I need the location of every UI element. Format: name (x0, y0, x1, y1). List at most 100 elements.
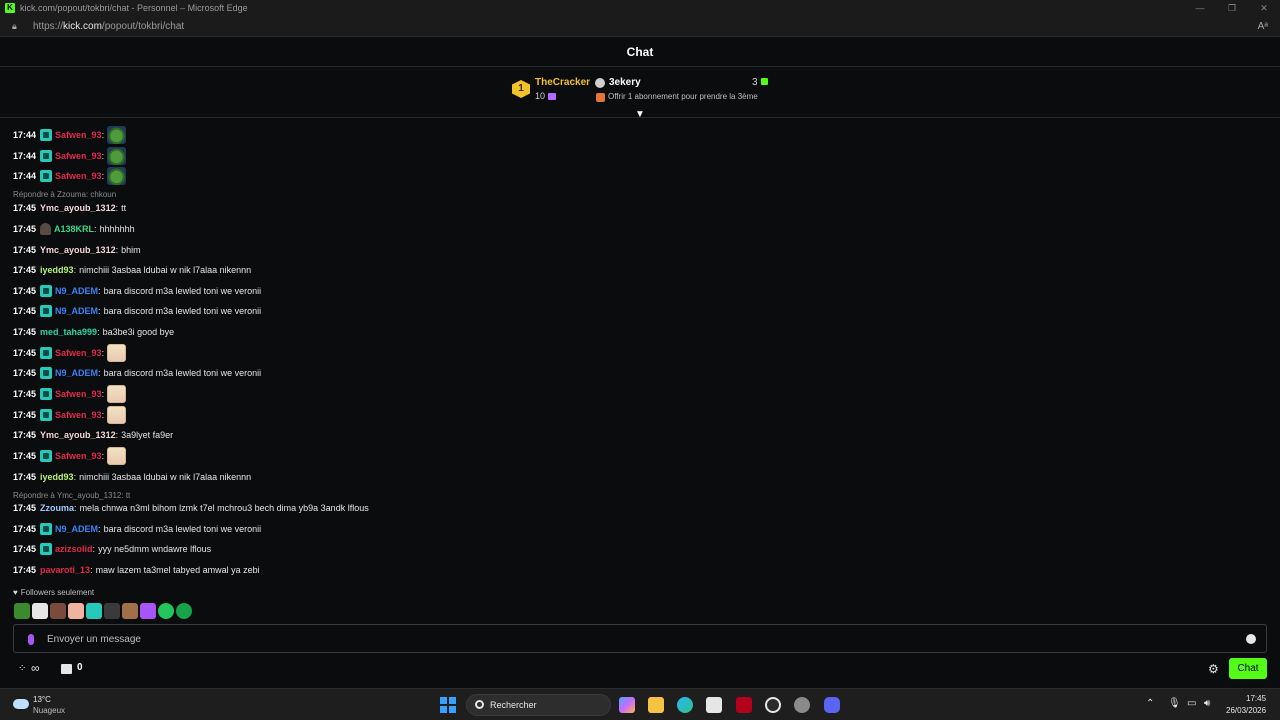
message-username[interactable]: N9_ADEM (55, 368, 98, 378)
chat-message[interactable]: 17:45 azizsolid: yyy ne5dmm wndawre lflous (13, 540, 211, 558)
message-username[interactable]: Ymc_ayoub_1312 (40, 245, 116, 255)
message-username[interactable]: azizsolid (55, 544, 93, 554)
message-username[interactable]: Safwen_93 (55, 451, 102, 461)
chat-message[interactable]: 17:45 Safwen_93: (13, 447, 127, 465)
chat-message[interactable]: 17:44 Safwen_93: (13, 126, 127, 144)
chat-message[interactable]: 17:45 N9_ADEM: bara discord m3a lewled ton… (13, 364, 261, 382)
file-explorer-icon[interactable] (648, 697, 664, 713)
close-icon[interactable]: ✕ (1248, 0, 1280, 16)
discord-icon[interactable] (824, 697, 840, 713)
minimize-icon[interactable]: — (1184, 0, 1216, 16)
address-bar[interactable]: 🔒︎ https://kick.com/popout/tokbri/chat A… (0, 16, 1280, 37)
emote-anime-icon[interactable] (107, 447, 127, 465)
chat-message[interactable]: 17:45 iyedd93: nimchiii 3asbaa ldubai w ni… (13, 261, 251, 279)
chat-message[interactable]: 17:45 Safwen_93: (13, 406, 127, 424)
emote-portrait-icon[interactable] (122, 603, 138, 619)
emote-anime-icon[interactable] (107, 406, 127, 424)
chat-message[interactable]: 17:45 med_taha999: ba3be3i good bye (13, 323, 174, 341)
message-username[interactable]: Ymc_ayoub_1312 (40, 203, 116, 213)
message-separator: : (101, 389, 105, 399)
chat-message[interactable]: 17:45 Ymc_ayoub_1312: tt (13, 199, 126, 217)
emote-teal-icon[interactable] (86, 603, 102, 619)
clock-date[interactable]: 26/03/2026 (1226, 706, 1266, 715)
message-input[interactable] (47, 629, 1227, 649)
chat-message[interactable]: 17:45 Ymc_ayoub_1312:3a9lyet fa9er (13, 426, 173, 444)
emote-green-cry-icon[interactable] (176, 603, 192, 619)
send-chat-button[interactable]: Chat (1229, 658, 1267, 679)
message-username[interactable]: Zzouma (40, 503, 74, 513)
reply-reference[interactable]: Répondre à Zzouma: chkoun (13, 190, 116, 199)
message-username[interactable]: iyedd93 (40, 265, 74, 275)
message-username[interactable]: Ymc_ayoub_1312 (40, 430, 116, 440)
tray-display-icon[interactable]: ▭ (1187, 698, 1196, 709)
emote-pepe-icon[interactable] (107, 147, 127, 165)
emote-hand-icon[interactable] (68, 603, 84, 619)
tray-mic-icon[interactable]: 🎙︎ (1168, 698, 1181, 709)
message-username[interactable]: Safwen_93 (55, 171, 102, 181)
edge-browser-icon[interactable] (677, 697, 693, 713)
steam-like-icon[interactable] (765, 697, 781, 713)
tray-volume-icon[interactable]: 🔊︎ (1204, 698, 1210, 709)
message-username[interactable]: Safwen_93 (55, 410, 102, 420)
collapse-arrow-icon[interactable]: ▼ (634, 110, 646, 120)
microsoft-store-icon[interactable] (706, 697, 722, 713)
tray-chevron-icon[interactable]: ⌃ (1146, 698, 1154, 709)
taskbar-search[interactable]: Rechercher (466, 694, 611, 716)
message-username[interactable]: pavaroti_13 (40, 565, 90, 575)
gift-box-icon[interactable] (61, 664, 72, 674)
message-username[interactable]: iyedd93 (40, 472, 74, 482)
chat-message[interactable]: 17:45 iyedd93: nimchiii 3asbaa ldubai w ni… (13, 468, 251, 486)
emote-pepe-icon[interactable] (107, 167, 127, 185)
microphone-icon[interactable] (28, 634, 34, 645)
message-username[interactable]: A138KRL (54, 224, 94, 234)
gift-offer-text[interactable]: Offrir 1 abonnement pour prendre la 3ème (608, 92, 758, 101)
emoji-picker-icon[interactable] (1246, 634, 1256, 644)
message-username[interactable]: Safwen_93 (55, 130, 102, 140)
emote-purple-icon[interactable] (140, 603, 156, 619)
read-aloud-icon[interactable]: Aᵃ (1258, 21, 1268, 32)
emote-green-smile-icon[interactable] (158, 603, 174, 619)
emote-face-icon[interactable] (50, 603, 66, 619)
chat-message[interactable]: 17:45 Safwen_93: (13, 344, 127, 362)
settings-gear-icon[interactable]: ⚙ (1208, 662, 1219, 676)
message-username[interactable]: med_taha999 (40, 327, 97, 337)
message-username[interactable]: Safwen_93 (55, 389, 102, 399)
chat-message[interactable]: 17:45 pavaroti_13: maw lazem ta3mel tabyed… (13, 561, 260, 579)
emote-anime-icon[interactable] (107, 344, 127, 362)
restore-icon[interactable]: ❐ (1216, 0, 1248, 16)
emote-dark-icon[interactable] (104, 603, 120, 619)
leaderboard-second-user[interactable]: 3ekery (609, 77, 641, 88)
chat-message[interactable]: 17:44 Safwen_93: (13, 147, 127, 165)
emote-pepe-icon[interactable] (107, 126, 127, 144)
clock-time[interactable]: 17:45 (1246, 694, 1266, 703)
chat-message[interactable]: 17:45 N9_ADEM: bara discord m3a lewled ton… (13, 302, 261, 320)
message-username[interactable]: Safwen_93 (55, 348, 102, 358)
chat-message[interactable]: 17:45 N9_ADEM: bara discord m3a lewled ton… (13, 282, 261, 300)
emote-kick-icon[interactable] (32, 603, 48, 619)
message-username[interactable]: Safwen_93 (55, 151, 102, 161)
lock-icon[interactable]: 🔒︎ (12, 21, 24, 32)
infinity-icon[interactable]: ∞ (31, 661, 40, 675)
copilot-icon[interactable] (619, 697, 635, 713)
chat-message[interactable]: 17:45 Safwen_93: (13, 385, 127, 403)
emote-anime-icon[interactable] (107, 385, 127, 403)
settings-icon[interactable] (794, 697, 810, 713)
chat-message[interactable]: 17:45 A138KRL: hhhhhhh (13, 220, 135, 238)
emote-pepe-icon[interactable] (14, 603, 30, 619)
acrobat-icon[interactable] (736, 697, 752, 713)
weather-description[interactable]: Nuageux (33, 706, 65, 715)
chat-message[interactable]: 17:45 N9_ADEM: bara discord m3a lewled ton… (13, 520, 261, 538)
quick-actions-icon[interactable]: ⁘ (18, 663, 26, 674)
chat-message[interactable]: 17:45 Ymc_ayoub_1312: bhim (13, 241, 141, 259)
windows-start-icon[interactable] (440, 697, 456, 713)
chat-message[interactable]: 17:44 Safwen_93: (13, 167, 127, 185)
url-text[interactable]: https://kick.com/popout/tokbri/chat (33, 21, 184, 32)
message-input-container[interactable] (13, 624, 1267, 653)
cloud-icon[interactable] (13, 699, 29, 709)
message-username[interactable]: N9_ADEM (55, 524, 98, 534)
weather-temperature[interactable]: 13°C (33, 695, 51, 704)
chat-message[interactable]: 17:45 Zzouma: mela chnwa n3ml bihom lzmk t… (13, 499, 369, 517)
leaderboard-top-user[interactable]: TheCracker (535, 77, 590, 88)
message-username[interactable]: N9_ADEM (55, 306, 98, 316)
message-username[interactable]: N9_ADEM (55, 286, 98, 296)
